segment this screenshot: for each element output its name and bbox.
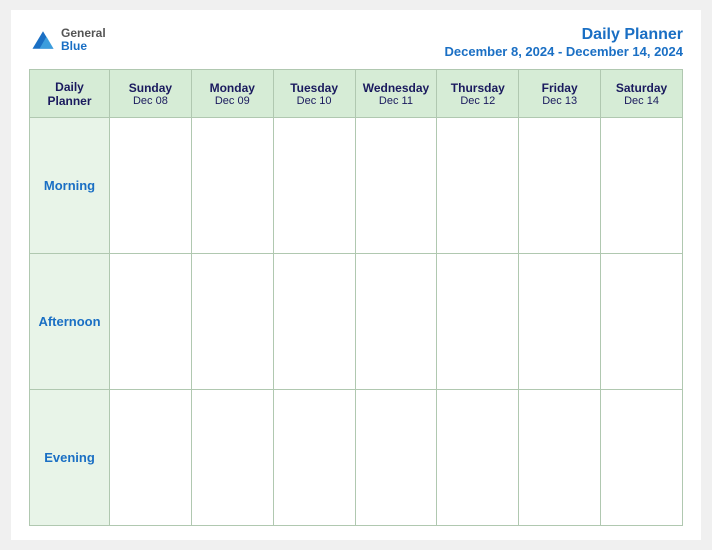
planner-date-range: December 8, 2024 - December 14, 2024 (445, 44, 684, 59)
row-morning: Morning (30, 118, 683, 254)
row-label-afternoon: Afternoon (30, 254, 110, 390)
calendar-table: Daily Planner Sunday Dec 08 Monday Dec 0… (29, 69, 683, 526)
col-header-sun: Sunday Dec 08 (110, 70, 192, 118)
cell-evening-sat[interactable] (601, 390, 683, 526)
cell-morning-sun[interactable] (110, 118, 192, 254)
general-blue-logo-icon (29, 26, 57, 54)
cell-morning-thu[interactable] (437, 118, 519, 254)
cell-afternoon-tue[interactable] (273, 254, 355, 390)
cell-evening-tue[interactable] (273, 390, 355, 526)
row-label-morning: Morning (30, 118, 110, 254)
page: General Blue Daily Planner December 8, 2… (11, 10, 701, 540)
cell-morning-wed[interactable] (355, 118, 437, 254)
logo-area: General Blue (29, 26, 106, 54)
row-evening: Evening (30, 390, 683, 526)
cell-morning-fri[interactable] (519, 118, 601, 254)
cell-evening-fri[interactable] (519, 390, 601, 526)
row-label-evening: Evening (30, 390, 110, 526)
column-headers-row: Daily Planner Sunday Dec 08 Monday Dec 0… (30, 70, 683, 118)
col-header-sat: Saturday Dec 14 (601, 70, 683, 118)
cell-morning-mon[interactable] (191, 118, 273, 254)
cell-afternoon-wed[interactable] (355, 254, 437, 390)
cell-afternoon-mon[interactable] (191, 254, 273, 390)
row-afternoon: Afternoon (30, 254, 683, 390)
cell-evening-wed[interactable] (355, 390, 437, 526)
col-header-daily-planner: Daily Planner (30, 70, 110, 118)
cell-morning-sat[interactable] (601, 118, 683, 254)
logo-blue: Blue (61, 40, 106, 53)
cell-evening-sun[interactable] (110, 390, 192, 526)
cell-afternoon-thu[interactable] (437, 254, 519, 390)
title-area: Daily Planner December 8, 2024 - Decembe… (445, 26, 684, 59)
planner-title: Daily Planner (445, 26, 684, 44)
col-header-thu: Thursday Dec 12 (437, 70, 519, 118)
logo-text: General Blue (61, 27, 106, 53)
cell-morning-tue[interactable] (273, 118, 355, 254)
header: General Blue Daily Planner December 8, 2… (29, 26, 683, 59)
col-header-wed: Wednesday Dec 11 (355, 70, 437, 118)
col-header-fri: Friday Dec 13 (519, 70, 601, 118)
cell-afternoon-sun[interactable] (110, 254, 192, 390)
col-header-mon: Monday Dec 09 (191, 70, 273, 118)
cell-afternoon-sat[interactable] (601, 254, 683, 390)
cell-afternoon-fri[interactable] (519, 254, 601, 390)
col-header-tue: Tuesday Dec 10 (273, 70, 355, 118)
cell-evening-thu[interactable] (437, 390, 519, 526)
cell-evening-mon[interactable] (191, 390, 273, 526)
